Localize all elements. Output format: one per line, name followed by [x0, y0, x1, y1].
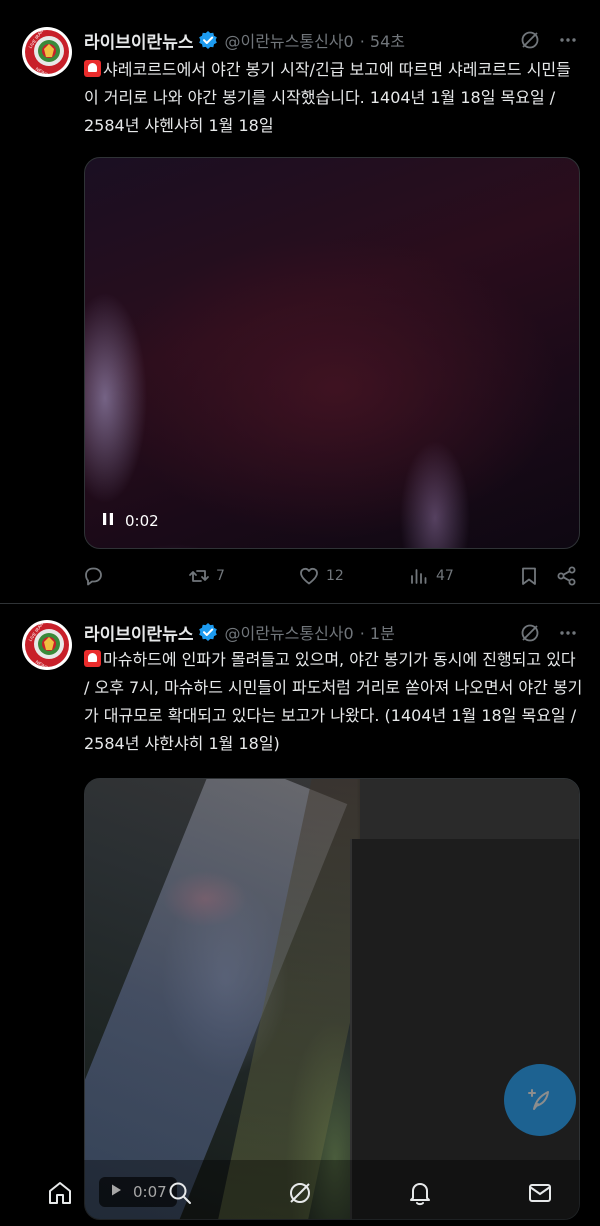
compose-button[interactable]: [504, 1064, 576, 1136]
reply-button[interactable]: [82, 565, 188, 587]
bookmark-button[interactable]: [518, 565, 556, 587]
tweet-actions: 7 12 47: [82, 564, 578, 588]
tweet-header: 라이브이란뉴스 @이란뉴스통신사0 · 1분: [84, 619, 395, 645]
live-iran-news-logo: LIVE IRAN NEWS: [23, 28, 71, 77]
tweet-text: 샤레코르드에서 야간 봉기 시작/긴급 보고에 따르면 샤레코르드 시민들이 거…: [84, 56, 584, 140]
author-handle[interactable]: @이란뉴스통신사0: [224, 28, 353, 52]
grok-icon[interactable]: [520, 30, 540, 54]
tweet-text: 마슈하드에 인파가 몰려들고 있으며, 야간 봉기가 동시에 진행되고 있다 /…: [84, 646, 584, 758]
tweet-video[interactable]: 0:07: [84, 778, 580, 1220]
tweet-header: 라이브이란뉴스 @이란뉴스통신사0 · 54초: [84, 27, 405, 53]
grok-icon[interactable]: [285, 1178, 315, 1208]
more-options-icon[interactable]: [558, 30, 578, 54]
tweet-text-content: 샤레코르드에서 야간 봉기 시작/긴급 보고에 따르면 샤레코르드 시민들이 거…: [84, 60, 571, 135]
repost-count: 7: [216, 568, 225, 584]
header-actions: [520, 30, 578, 54]
bottom-navigation: [0, 1160, 600, 1226]
share-icon: [557, 566, 576, 586]
home-icon[interactable]: [45, 1178, 75, 1208]
views-count: 47: [436, 568, 454, 584]
verified-badge-icon: [198, 30, 218, 50]
feather-plus-icon: [528, 1089, 549, 1110]
tweet-1[interactable]: LIVE IRAN NEWS 라이브이란뉴스 @이란뉴스통신사0 · 54초 샤…: [0, 0, 600, 604]
tweet-time[interactable]: · 1분: [360, 620, 395, 644]
tweet-divider: [0, 603, 600, 604]
views-button[interactable]: 47: [408, 565, 518, 587]
author-name[interactable]: 라이브이란뉴스: [84, 620, 193, 645]
notifications-icon[interactable]: [405, 1178, 435, 1208]
video-timestamp: 0:02: [125, 512, 159, 530]
header-actions: [520, 623, 578, 647]
views-icon: [411, 569, 427, 584]
live-iran-news-logo: LIVE IRAN NEWS: [23, 621, 71, 670]
pause-icon[interactable]: [101, 512, 115, 530]
like-icon: [300, 567, 318, 585]
repost-button[interactable]: 7: [188, 565, 298, 587]
search-icon[interactable]: [165, 1178, 195, 1208]
video-controls: 0:02: [101, 512, 159, 530]
grok-icon[interactable]: [520, 623, 540, 647]
siren-emoji-icon: [84, 650, 101, 667]
author-name[interactable]: 라이브이란뉴스: [84, 28, 193, 53]
tweet-video[interactable]: 0:02: [84, 157, 580, 549]
messages-icon[interactable]: [525, 1178, 555, 1208]
author-handle[interactable]: @이란뉴스통신사0: [224, 620, 353, 644]
bookmark-icon: [522, 567, 536, 585]
tweet-text-content: 마슈하드에 인파가 몰려들고 있으며, 야간 봉기가 동시에 진행되고 있다 /…: [84, 650, 583, 753]
like-button[interactable]: 12: [298, 565, 408, 587]
share-button[interactable]: [556, 565, 578, 587]
avatar[interactable]: LIVE IRAN NEWS: [22, 620, 72, 670]
verified-badge-icon: [198, 622, 218, 642]
siren-emoji-icon: [84, 60, 101, 77]
tweet-time[interactable]: · 54초: [360, 28, 405, 52]
repost-icon: [189, 570, 209, 582]
like-count: 12: [326, 568, 344, 584]
reply-icon: [85, 567, 102, 586]
avatar[interactable]: LIVE IRAN NEWS: [22, 27, 72, 77]
more-options-icon[interactable]: [558, 623, 578, 647]
